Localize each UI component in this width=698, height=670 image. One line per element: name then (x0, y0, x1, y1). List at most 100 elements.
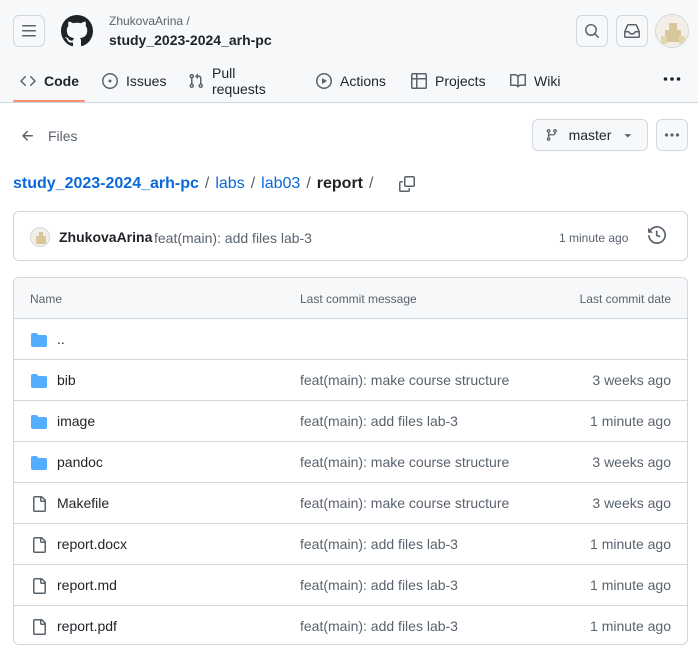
tab-issues-label: Issues (126, 73, 167, 89)
inbox-button[interactable] (616, 15, 648, 47)
book-icon (510, 73, 526, 88)
folder-icon (30, 455, 48, 471)
file-name[interactable]: Makefile (57, 495, 109, 511)
commit-author-avatar[interactable] (30, 227, 50, 247)
active-tab-indicator (13, 100, 85, 102)
folder-icon (30, 414, 48, 430)
file-name[interactable]: .. (57, 331, 65, 347)
tab-projects-label: Projects (435, 73, 486, 89)
breadcrumb-repo[interactable]: study_2023-2024_arh-pc (13, 175, 199, 193)
files-label: Files (48, 128, 78, 144)
inbox-icon (624, 24, 640, 38)
file-commit-message[interactable]: feat(main): add files lab-3 (300, 577, 458, 593)
table-row[interactable]: image feat(main): add files lab-3 1 minute… (14, 401, 687, 442)
breadcrumb-separator: / (369, 175, 374, 192)
breadcrumb-lab03[interactable]: lab03 (261, 175, 300, 193)
more-options-button[interactable] (656, 119, 688, 151)
repo-name[interactable]: study_2023-2024_arh-pc (109, 32, 272, 48)
history-button[interactable] (648, 225, 668, 246)
menu-button[interactable] (13, 15, 45, 47)
file-commit-date: 1 minute ago (590, 577, 671, 593)
commit-message[interactable]: feat(main): add files lab-3 (154, 230, 312, 246)
file-name[interactable]: report.pdf (57, 618, 117, 634)
file-icon (30, 537, 48, 553)
file-commit-message[interactable]: feat(main): make course structure (300, 372, 509, 388)
copy-path-button[interactable] (397, 174, 417, 194)
table-row[interactable]: report.docx feat(main): add files lab-3 1 … (14, 524, 687, 565)
column-header-message: Last commit message (300, 292, 417, 306)
file-commit-date: 1 minute ago (590, 618, 671, 634)
tab-actions-label: Actions (340, 73, 386, 89)
file-commit-message[interactable]: feat(main): make course structure (300, 495, 509, 511)
table-header: Name Last commit message Last commit dat… (14, 278, 687, 319)
column-header-date: Last commit date (579, 292, 671, 306)
arrow-left-icon (22, 130, 33, 141)
triangle-down-icon (625, 134, 632, 138)
file-commit-date: 1 minute ago (590, 413, 671, 429)
git-branch-icon (546, 129, 557, 141)
play-icon (316, 73, 332, 89)
copy-icon (399, 176, 416, 192)
search-button[interactable] (576, 15, 608, 47)
column-header-name: Name (30, 292, 63, 306)
file-name[interactable]: image (57, 413, 95, 429)
table-icon (411, 73, 427, 89)
file-table: Name Last commit message Last commit dat… (13, 277, 688, 645)
breadcrumb-labs[interactable]: labs (215, 175, 244, 193)
tab-wiki[interactable]: Wiki (510, 59, 560, 103)
files-back-link[interactable]: Files (20, 124, 78, 148)
file-commit-date: 3 weeks ago (592, 454, 671, 470)
kebab-horizontal-icon (663, 77, 681, 81)
tab-code[interactable]: Code (20, 59, 79, 103)
breadcrumb-current: report (316, 175, 363, 192)
table-row[interactable]: bib feat(main): make course structure 3 we… (14, 360, 687, 401)
table-row[interactable]: report.pdf feat(main): add files lab-3 1 m… (14, 606, 687, 644)
file-icon (30, 619, 48, 635)
file-commit-date: 1 minute ago (590, 536, 671, 552)
breadcrumb-separator: / (204, 175, 210, 192)
file-commit-message[interactable]: feat(main): add files lab-3 (300, 618, 458, 634)
tab-issues[interactable]: Issues (102, 59, 166, 103)
file-name[interactable]: report.md (57, 577, 117, 593)
breadcrumb: study_2023-2024_arh-pc / labs / lab03 / … (13, 173, 417, 195)
folder-icon (30, 332, 48, 348)
folder-icon (30, 373, 48, 389)
tab-pull-requests[interactable]: Pull requests (188, 59, 266, 103)
file-commit-message[interactable]: feat(main): add files lab-3 (300, 413, 458, 429)
breadcrumb-separator: / (306, 175, 311, 192)
tab-pull-requests-label: Pull requests (212, 65, 266, 97)
file-commit-message[interactable]: feat(main): make course structure (300, 454, 509, 470)
table-row[interactable]: .. (14, 319, 687, 360)
file-commit-message[interactable]: feat(main): add files lab-3 (300, 536, 458, 552)
history-icon (648, 225, 667, 245)
repo-header: ZhukovaArina / study_2023-2024_arh-pc Co… (0, 0, 698, 103)
latest-commit-box: ZhukovaArina feat(main): add files lab-3… (13, 211, 688, 261)
file-name[interactable]: pandoc (57, 454, 103, 470)
file-icon (30, 496, 48, 512)
table-row[interactable]: pandoc feat(main): make course structure 3… (14, 442, 687, 483)
file-icon (30, 578, 48, 594)
user-avatar[interactable] (655, 14, 689, 48)
file-name[interactable]: report.docx (57, 536, 127, 552)
branch-name: master (568, 127, 612, 143)
github-logo-icon[interactable] (60, 15, 93, 47)
file-name[interactable]: bib (57, 372, 76, 388)
table-row[interactable]: report.md feat(main): add files lab-3 1 mi… (14, 565, 687, 606)
file-commit-date: 3 weeks ago (592, 495, 671, 511)
issue-opened-icon (102, 73, 118, 89)
breadcrumb-separator: / (250, 175, 256, 192)
commit-time: 1 minute ago (559, 231, 629, 245)
code-icon (20, 75, 36, 87)
search-icon (585, 24, 599, 38)
tab-actions[interactable]: Actions (316, 59, 386, 103)
git-pull-request-icon (189, 73, 204, 89)
tab-projects[interactable]: Projects (411, 59, 486, 103)
more-nav-button[interactable] (660, 69, 684, 89)
hamburger-icon (22, 25, 36, 37)
kebab-horizontal-icon (664, 133, 680, 137)
commit-author[interactable]: ZhukovaArina (59, 229, 152, 245)
branch-select-button[interactable]: master (532, 119, 648, 151)
repo-owner[interactable]: ZhukovaArina / (109, 14, 190, 28)
table-row[interactable]: Makefile feat(main): make course structur… (14, 483, 687, 524)
tab-wiki-label: Wiki (534, 73, 561, 89)
